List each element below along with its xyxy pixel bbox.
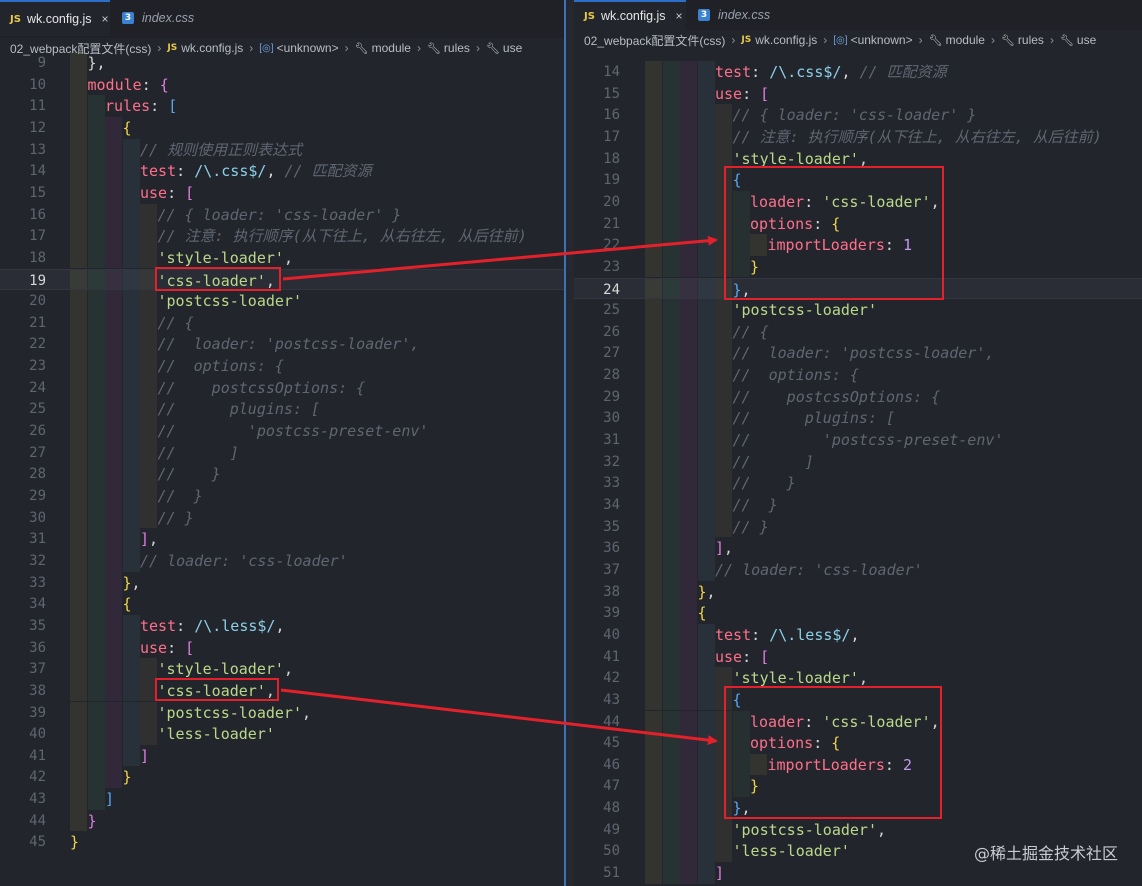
annotation-arrows xyxy=(280,235,718,746)
watermark: @稀土掘金技术社区 xyxy=(973,844,1118,863)
arrow-line xyxy=(280,688,718,746)
arrow-line xyxy=(282,235,718,281)
